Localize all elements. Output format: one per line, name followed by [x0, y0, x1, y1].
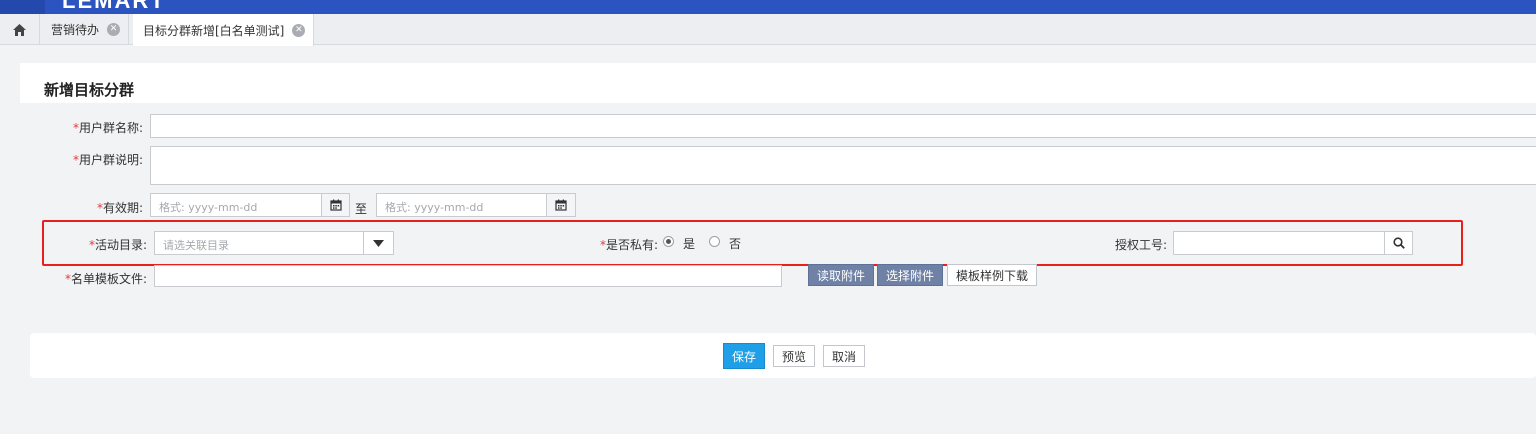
template-file-label: *名单模板文件: [64, 272, 147, 286]
read-attachment-button[interactable]: 读取附件 [808, 264, 874, 286]
tab-target-group-add[interactable]: 目标分群新增[白名单测试] ✕ [133, 14, 315, 46]
auth-id-label: 授权工号: [1114, 238, 1167, 252]
group-desc-textarea[interactable] [150, 146, 1536, 185]
private-yes-radio[interactable] [663, 236, 674, 247]
close-circle-icon[interactable]: ✕ [107, 23, 121, 36]
calendar-icon [555, 199, 567, 211]
dropdown-toggle[interactable] [363, 232, 393, 254]
preview-button[interactable]: 预览 [773, 345, 815, 367]
tab-label: 目标分群新增[白名单测试] [143, 23, 285, 38]
group-name-label: *用户群名称: [72, 121, 143, 135]
validity-start-input[interactable]: 格式: yyyy-mm-dd [150, 193, 322, 217]
tab-bar: 营销待办 ✕ 目标分群新增[白名单测试] ✕ [0, 14, 1536, 46]
validity-end-input[interactable]: 格式: yyyy-mm-dd [376, 193, 548, 217]
form-header: 新增目标分群 [20, 63, 1536, 103]
end-calendar-button[interactable] [546, 193, 576, 217]
start-calendar-button[interactable] [321, 193, 350, 217]
activity-catalog-label: *活动目录: [88, 238, 147, 252]
search-icon [1392, 237, 1405, 249]
download-sample-button[interactable]: 模板样例下载 [947, 264, 1037, 286]
private-yes-label: 是 [683, 237, 696, 251]
auth-id-search-button[interactable] [1384, 231, 1413, 255]
group-name-input[interactable] [150, 114, 1536, 138]
template-file-input[interactable] [154, 265, 782, 287]
cancel-button[interactable]: 取消 [823, 345, 865, 367]
group-desc-label: *用户群说明: [72, 153, 143, 167]
caret-down-icon [373, 239, 384, 247]
save-button[interactable]: 保存 [723, 343, 765, 369]
home-icon [13, 23, 26, 36]
auth-id-input[interactable] [1173, 231, 1385, 255]
validity-label: *有效期: [96, 201, 143, 215]
select-attachment-button[interactable]: 选择附件 [877, 264, 943, 286]
private-no-label: 否 [729, 237, 742, 251]
close-circle-icon[interactable]: ✕ [292, 23, 306, 37]
page-title: 新增目标分群 [44, 81, 135, 99]
tab-label: 营销待办 [51, 23, 100, 37]
private-no-radio[interactable] [709, 236, 720, 247]
home-tab[interactable] [0, 14, 40, 45]
calendar-icon [329, 199, 342, 211]
range-to-label: 至 [354, 202, 367, 216]
tab-marketing-todo[interactable]: 营销待办 ✕ [41, 14, 130, 45]
is-private-label: *是否私有: [599, 238, 658, 252]
activity-catalog-select[interactable]: 请选关联目录 [154, 231, 394, 255]
top-brand-bar: LEMART [0, 0, 1536, 14]
menu-toggle-block[interactable] [0, 0, 45, 14]
app-logo: LEMART [62, 0, 166, 13]
